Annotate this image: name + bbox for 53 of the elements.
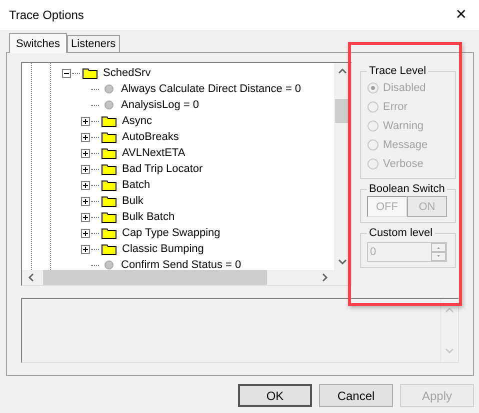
expander-icon[interactable] [81,180,90,190]
folder-icon [101,227,117,239]
folder-icon [101,195,117,207]
scroll-left-icon[interactable] [28,273,34,282]
tree-item[interactable]: Always Calculate Direct Distance = 0 [120,83,302,95]
window-title: Trace Options [9,8,84,22]
expander-icon[interactable] [81,244,90,254]
folder-icon [101,179,117,191]
group-title: Custom level [368,227,434,239]
expander-icon[interactable] [81,196,90,206]
tree-item[interactable]: Bulk Batch [121,211,176,223]
tab[interactable]: Listeners [67,35,120,52]
scroll-up-icon[interactable] [338,68,347,74]
close-button[interactable]: ✕ [449,5,473,25]
tree-item[interactable]: Async [121,115,153,127]
expander-icon[interactable] [81,116,90,126]
dot-icon [104,84,114,94]
horizontal-scrollbar[interactable] [22,270,351,285]
expander-icon[interactable] [81,212,90,222]
tree-item[interactable]: Classic Bumping [121,243,205,255]
tree-item[interactable]: SchedSrv [102,67,152,79]
tree-item[interactable]: AVLNextETA [121,147,186,159]
tree-item[interactable]: AutoBreaks [121,131,180,143]
group-title: Trace Level [368,65,428,77]
scroll-right-icon[interactable] [322,273,328,282]
tree-item[interactable]: AnalysisLog = 0 [120,99,200,111]
folder-icon [101,211,117,223]
folder-icon [101,243,117,255]
expander-icon[interactable] [81,228,90,238]
dialog-button[interactable]: Cancel [319,384,393,407]
dot-icon [104,100,114,110]
expander-icon[interactable] [81,164,90,174]
folder-icon [101,131,117,143]
tree-item[interactable]: Bulk [121,195,144,207]
tree-item[interactable]: Confirm Send Status = 0 [120,259,242,270]
scroll-up-icon [445,307,454,313]
dialog-button[interactable]: OK [238,384,312,407]
folder-icon [101,147,117,159]
dot-icon [104,260,114,270]
scroll-thumb[interactable] [43,270,267,285]
scroll-down-icon [445,348,454,354]
folder-icon [101,115,117,127]
tree-item[interactable]: Batch [121,179,152,191]
expander-icon[interactable] [62,68,71,78]
expander-icon[interactable] [81,148,90,158]
tree-item[interactable]: Cap Type Swapping [121,227,222,239]
tab[interactable]: Switches [9,33,68,53]
group-title: Boolean Switch [368,183,446,195]
expander-icon[interactable] [81,132,90,142]
tree-item[interactable]: Bad Trip Locator [121,163,204,175]
folder-icon [82,67,98,79]
folder-icon [101,163,117,175]
scroll-down-icon[interactable] [338,259,347,265]
